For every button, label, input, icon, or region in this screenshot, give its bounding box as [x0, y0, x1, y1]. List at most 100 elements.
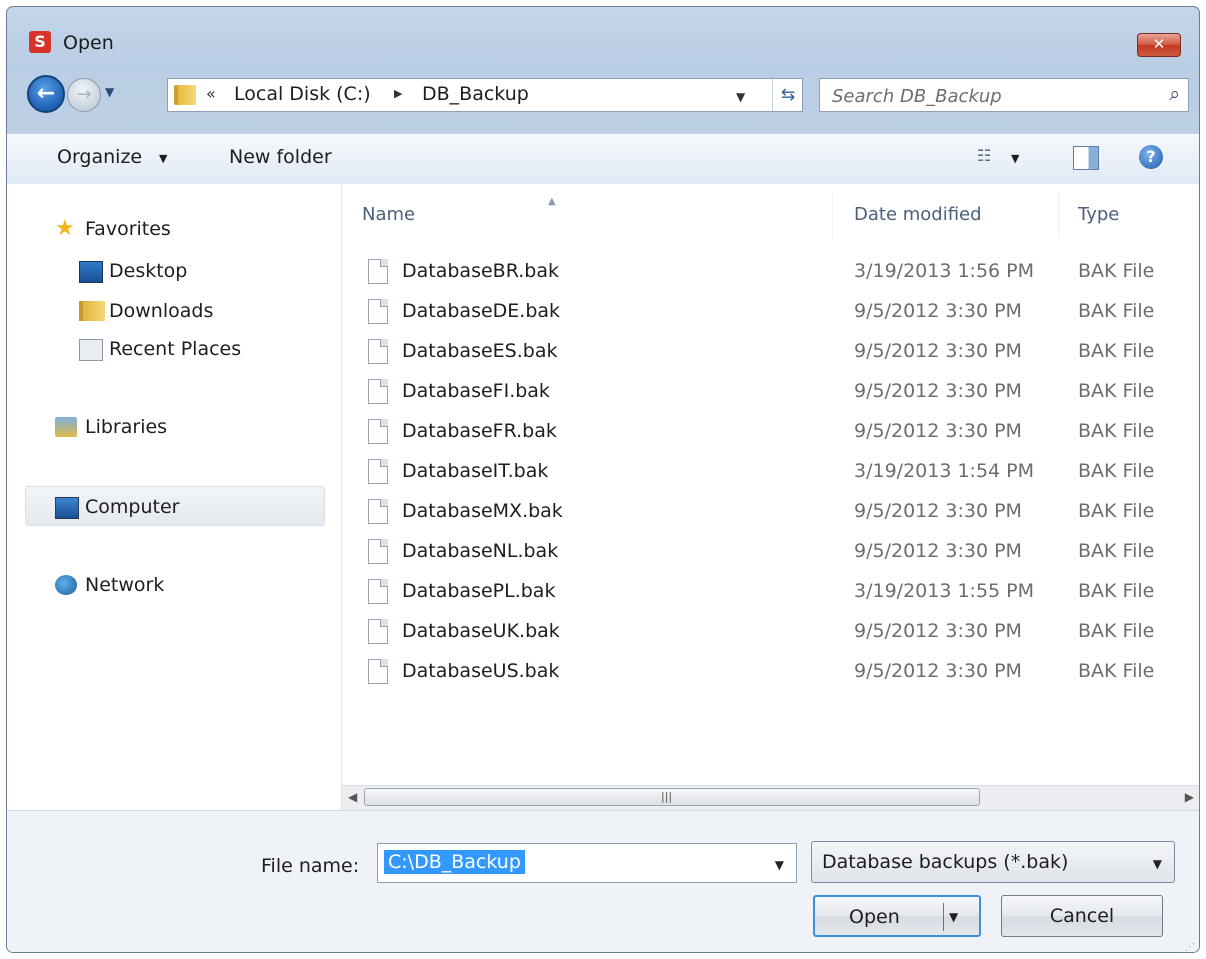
- file-type: BAK File: [1078, 300, 1155, 322]
- file-row[interactable]: DatabaseDE.bak 9/5/2012 3:30 PM BAK File: [362, 294, 1199, 332]
- organize-button[interactable]: Organize: [57, 146, 142, 168]
- file-date: 3/19/2013 1:55 PM: [854, 580, 1035, 602]
- file-name: DatabaseUK.bak: [402, 620, 560, 642]
- file-icon: [368, 619, 388, 644]
- address-dropdown-button[interactable]: ▼: [736, 90, 745, 104]
- file-row[interactable]: DatabaseMX.bak 9/5/2012 3:30 PM BAK File: [362, 494, 1199, 532]
- file-type: BAK File: [1078, 340, 1155, 362]
- file-row[interactable]: DatabaseFI.bak 9/5/2012 3:30 PM BAK File: [362, 374, 1199, 412]
- file-date: 9/5/2012 3:30 PM: [854, 540, 1022, 562]
- address-bar[interactable]: « Local Disk (C:) ▶ DB_Backup ▼ ⇆: [167, 78, 803, 112]
- horizontal-scrollbar[interactable]: ◀ ||| ▶: [342, 785, 1199, 810]
- file-icon: [368, 379, 388, 404]
- file-row[interactable]: DatabasePL.bak 3/19/2013 1:55 PM BAK Fil…: [362, 574, 1199, 612]
- new-folder-button[interactable]: New folder: [229, 146, 332, 168]
- open-button[interactable]: Open ▼: [813, 895, 981, 937]
- breadcrumb-overflow-button[interactable]: «: [206, 84, 216, 103]
- back-button[interactable]: ←: [27, 75, 65, 113]
- sidebar-item-label: Computer: [85, 496, 180, 518]
- file-row[interactable]: DatabaseBR.bak 3/19/2013 1:56 PM BAK Fil…: [362, 254, 1199, 292]
- breadcrumb-local-disk[interactable]: Local Disk (C:): [234, 83, 371, 105]
- file-name: DatabaseUS.bak: [402, 660, 560, 682]
- search-icon[interactable]: ⌕: [1169, 83, 1180, 105]
- file-type-filter-select[interactable]: Database backups (*.bak) ▼: [811, 841, 1175, 883]
- file-name-value[interactable]: C:\DB_Backup: [384, 850, 525, 874]
- file-type: BAK File: [1078, 460, 1155, 482]
- scroll-left-icon[interactable]: ◀: [348, 790, 357, 804]
- file-name-field[interactable]: C:\DB_Backup ▼: [377, 843, 797, 883]
- split-divider: [943, 903, 944, 931]
- view-options-dropdown-icon[interactable]: ▼: [1011, 152, 1019, 165]
- file-name-dropdown-icon[interactable]: ▼: [775, 858, 784, 872]
- file-icon: [368, 499, 388, 524]
- network-icon: [55, 575, 77, 595]
- open-options-dropdown-icon[interactable]: ▼: [949, 897, 958, 937]
- file-icon: [368, 419, 388, 444]
- breadcrumb-db-backup[interactable]: DB_Backup: [422, 83, 529, 105]
- file-date: 9/5/2012 3:30 PM: [854, 420, 1022, 442]
- file-name-label: File name:: [261, 855, 360, 877]
- sidebar-item-label: Desktop: [109, 260, 188, 282]
- file-name: DatabaseFI.bak: [402, 380, 550, 402]
- file-row[interactable]: DatabaseUS.bak 9/5/2012 3:30 PM BAK File: [362, 654, 1199, 692]
- command-bar: Organize ▼ New folder ☷ ▼ ?: [7, 133, 1199, 185]
- file-date: 3/19/2013 1:56 PM: [854, 260, 1035, 282]
- column-header-type[interactable]: Type: [1078, 204, 1119, 225]
- file-type-filter-value: Database backups (*.bak): [822, 851, 1069, 873]
- cancel-button[interactable]: Cancel: [1001, 895, 1163, 937]
- sidebar-item-label: Downloads: [109, 300, 214, 322]
- search-box: ⌕: [819, 78, 1189, 112]
- search-input[interactable]: [830, 81, 1154, 111]
- help-icon[interactable]: ?: [1139, 145, 1163, 169]
- file-type: BAK File: [1078, 260, 1155, 282]
- file-name: DatabaseIT.bak: [402, 460, 549, 482]
- file-type: BAK File: [1078, 380, 1155, 402]
- file-row[interactable]: DatabaseES.bak 9/5/2012 3:30 PM BAK File: [362, 334, 1199, 372]
- recent-places-icon: [79, 339, 103, 361]
- file-date: 9/5/2012 3:30 PM: [854, 660, 1022, 682]
- organize-dropdown-icon[interactable]: ▼: [159, 152, 167, 165]
- scrollbar-thumb[interactable]: |||: [364, 788, 980, 806]
- file-name: DatabaseNL.bak: [402, 540, 559, 562]
- recent-locations-dropdown[interactable]: ▼: [105, 85, 114, 99]
- file-type: BAK File: [1078, 580, 1155, 602]
- change-view-icon[interactable]: ☷: [977, 146, 991, 165]
- libraries-icon: [55, 417, 77, 437]
- folder-icon: [174, 85, 196, 105]
- resize-grip-icon[interactable]: ⋰: [1185, 942, 1195, 952]
- scroll-right-icon[interactable]: ▶: [1185, 790, 1194, 804]
- file-type: BAK File: [1078, 420, 1155, 442]
- chevron-down-icon[interactable]: ▼: [1153, 857, 1162, 871]
- file-date: 9/5/2012 3:30 PM: [854, 300, 1022, 322]
- column-header-date-modified[interactable]: Date modified: [854, 204, 982, 225]
- close-button[interactable]: ✕: [1137, 33, 1181, 57]
- file-type: BAK File: [1078, 620, 1155, 642]
- forward-button[interactable]: →: [67, 78, 101, 112]
- open-dialog: S Open ✕ ← → ▼ « Local Disk (C:) ▶ DB_Ba…: [6, 6, 1200, 953]
- file-date: 9/5/2012 3:30 PM: [854, 500, 1022, 522]
- navigation-bar: ← → ▼ « Local Disk (C:) ▶ DB_Backup ▼ ⇆ …: [7, 73, 1199, 117]
- star-icon: ★: [55, 216, 75, 241]
- sidebar-item-label: Libraries: [85, 416, 168, 438]
- dialog-footer: File name: C:\DB_Backup ▼ Database backu…: [7, 810, 1199, 952]
- file-row[interactable]: DatabaseUK.bak 9/5/2012 3:30 PM BAK File: [362, 614, 1199, 652]
- file-icon: [368, 659, 388, 684]
- column-header-name[interactable]: Name: [362, 204, 415, 225]
- preview-pane-icon[interactable]: [1073, 146, 1099, 170]
- file-icon: [368, 259, 388, 284]
- sort-ascending-icon: ▲: [548, 196, 556, 207]
- sidebar-item-label: Recent Places: [109, 338, 242, 360]
- title-bar: S Open ✕: [7, 7, 1199, 57]
- file-row[interactable]: DatabaseFR.bak 9/5/2012 3:30 PM BAK File: [362, 414, 1199, 452]
- scrollbar-grip-icon: |||: [661, 790, 673, 803]
- column-divider[interactable]: [1058, 192, 1059, 238]
- refresh-button[interactable]: ⇆: [772, 79, 803, 111]
- file-row[interactable]: DatabaseNL.bak 9/5/2012 3:30 PM BAK File: [362, 534, 1199, 572]
- file-date: 3/19/2013 1:54 PM: [854, 460, 1035, 482]
- file-name: DatabasePL.bak: [402, 580, 556, 602]
- file-type: BAK File: [1078, 660, 1155, 682]
- file-type: BAK File: [1078, 500, 1155, 522]
- file-row[interactable]: DatabaseIT.bak 3/19/2013 1:54 PM BAK Fil…: [362, 454, 1199, 492]
- column-divider[interactable]: [832, 192, 833, 238]
- breadcrumb-separator-arrow[interactable]: ▶: [394, 87, 402, 100]
